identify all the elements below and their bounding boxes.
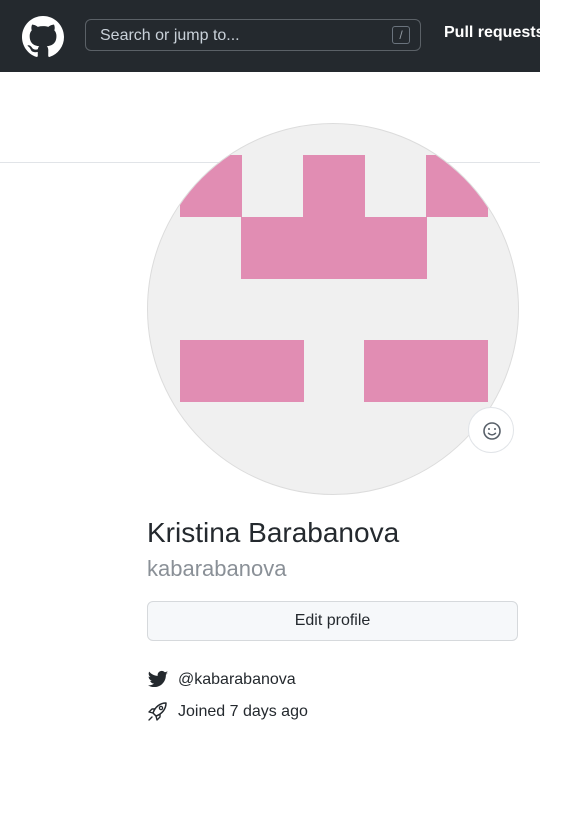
avatar-block (180, 155, 242, 217)
avatar-block (180, 340, 304, 402)
profile-full-name: Kristina Barabanova (147, 517, 400, 548)
profile-username: kabarabanova (147, 556, 287, 581)
avatar-block (364, 340, 488, 402)
search-shortcut-key: / (392, 26, 410, 44)
twitter-row[interactable]: @kabarabanova (147, 669, 296, 691)
top-nav-bar: Search or jump to... / Pull requests (0, 0, 540, 72)
edit-profile-button[interactable]: Edit profile (147, 601, 518, 641)
set-status-button[interactable] (468, 407, 514, 453)
joined-date: Joined 7 days ago (178, 703, 308, 720)
joined-row: Joined 7 days ago (147, 701, 308, 723)
avatar-block (303, 155, 365, 217)
avatar-block (241, 217, 427, 279)
rocket-icon (148, 702, 167, 721)
twitter-handle: @kabarabanova (178, 671, 296, 688)
avatar-block (426, 155, 488, 217)
nav-pull-requests-link[interactable]: Pull requests (444, 24, 540, 42)
search-input[interactable]: Search or jump to... / (85, 19, 421, 51)
search-placeholder: Search or jump to... (100, 27, 240, 44)
avatar[interactable] (147, 123, 519, 495)
github-mark-icon[interactable] (22, 16, 64, 58)
smiley-icon (483, 422, 501, 440)
twitter-bird-icon (147, 670, 169, 688)
